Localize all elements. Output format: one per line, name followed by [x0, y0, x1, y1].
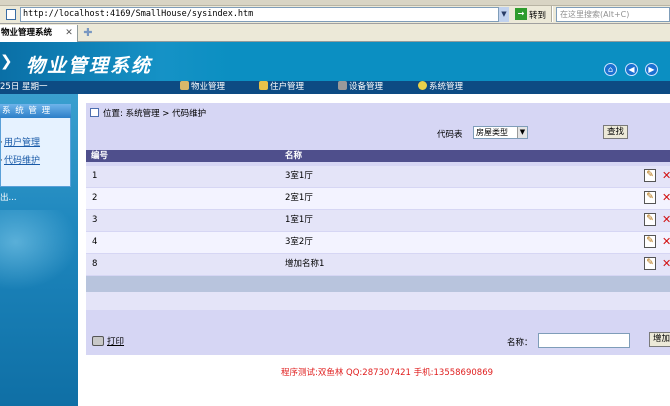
- delete-icon[interactable]: ✕: [662, 169, 670, 182]
- tools-icon: [338, 81, 347, 90]
- row-name: 增加名称1: [285, 259, 325, 269]
- tab-bar: [0, 24, 670, 42]
- edit-icon[interactable]: ✎: [644, 257, 656, 270]
- edit-icon[interactable]: ✎: [644, 169, 656, 182]
- row-id: 8: [92, 259, 98, 269]
- row-name: 3室1厅: [285, 171, 313, 181]
- table-row: [86, 210, 670, 231]
- edit-icon[interactable]: ✎: [644, 191, 656, 204]
- sidebar-panel-title: 系 统 管 理: [0, 104, 71, 118]
- name-label: 名称：: [507, 338, 533, 348]
- new-tab-icon[interactable]: ✚: [82, 27, 94, 39]
- column-header-id[interactable]: 编号: [91, 150, 108, 162]
- print-link[interactable]: 打印: [107, 335, 124, 347]
- home-icon[interactable]: ⌂: [604, 63, 617, 76]
- table-row: [86, 188, 670, 209]
- building-icon: [180, 81, 189, 90]
- edit-icon[interactable]: ✎: [644, 235, 656, 248]
- location-icon: [90, 108, 99, 117]
- breadcrumb: 位置: 系统管理 > 代码维护: [103, 109, 207, 119]
- url-dropdown-icon[interactable]: ▼: [498, 7, 509, 22]
- name-input[interactable]: [538, 333, 630, 348]
- window-top-strip: [0, 0, 670, 6]
- url-input[interactable]: http://localhost:4169/SmallHouse/sysinde…: [20, 7, 508, 22]
- users-icon: [418, 81, 427, 90]
- nav-item-property[interactable]: 物业管理: [180, 81, 225, 94]
- row-name: 3室2厅: [285, 237, 313, 247]
- sidebar-decoration: [0, 210, 78, 290]
- sidebar-item-label: 代码维护: [4, 156, 41, 166]
- pager-band: [86, 276, 670, 292]
- chevron-down-icon[interactable]: ▼: [517, 127, 527, 138]
- forward-icon[interactable]: ▶: [645, 63, 658, 76]
- printer-icon[interactable]: [92, 336, 104, 346]
- empty-row: [86, 292, 670, 310]
- column-header-name[interactable]: 名称: [285, 150, 302, 162]
- nav-item-equipment[interactable]: 设备管理: [338, 81, 383, 94]
- go-button[interactable]: 转到: [529, 9, 546, 21]
- footer-credits: 程序测试:双鱼林 QQ:287307421 手机:13558690869: [280, 368, 494, 378]
- sidebar-item-label: 用户管理: [4, 138, 41, 148]
- row-id: 2: [92, 193, 98, 203]
- nav-bar: [0, 81, 670, 94]
- app-title: 物业管理系统: [26, 55, 153, 77]
- toolbar-separator: [551, 6, 553, 22]
- nav-label: 物业管理: [191, 82, 226, 92]
- table-header: [86, 150, 670, 162]
- nav-item-residents[interactable]: 住户管理: [259, 81, 304, 94]
- table-row: [86, 254, 670, 275]
- edit-icon[interactable]: ✎: [644, 213, 656, 226]
- search-button[interactable]: 查找: [603, 125, 628, 139]
- go-arrow-icon[interactable]: →: [515, 8, 527, 20]
- nav-label: 住户管理: [270, 82, 305, 92]
- logo-arrow-icon: ❯: [0, 52, 13, 70]
- sidebar-item-users[interactable]: ·用户管理: [0, 135, 40, 148]
- delete-icon[interactable]: ✕: [662, 257, 670, 270]
- sidebar-item-codes[interactable]: ·代码维护: [0, 153, 40, 166]
- delete-icon[interactable]: ✕: [662, 235, 670, 248]
- row-id: 3: [92, 215, 98, 225]
- close-tab-icon[interactable]: ✕: [64, 27, 74, 39]
- delete-icon[interactable]: ✕: [662, 213, 670, 226]
- exit-link[interactable]: 出...: [0, 191, 17, 203]
- add-button[interactable]: 增加: [649, 332, 670, 347]
- row-id: 1: [92, 171, 98, 181]
- date-label: 25日 星期一: [0, 82, 48, 92]
- page-icon: [6, 9, 16, 20]
- row-name: 1室1厅: [285, 215, 313, 225]
- nav-item-system[interactable]: 系统管理: [418, 81, 463, 94]
- row-name: 2室1厅: [285, 193, 313, 203]
- house-icon: [259, 81, 268, 90]
- table-row: [86, 232, 670, 253]
- row-id: 4: [92, 237, 98, 247]
- back-icon[interactable]: ◀: [625, 63, 638, 76]
- browser-search-input[interactable]: 在这里搜索(Alt+C): [556, 7, 670, 22]
- nav-label: 设备管理: [349, 82, 384, 92]
- table-row: [86, 166, 670, 187]
- nav-label: 系统管理: [429, 82, 464, 92]
- code-table-label: 代码表: [437, 130, 463, 140]
- delete-icon[interactable]: ✕: [662, 191, 670, 204]
